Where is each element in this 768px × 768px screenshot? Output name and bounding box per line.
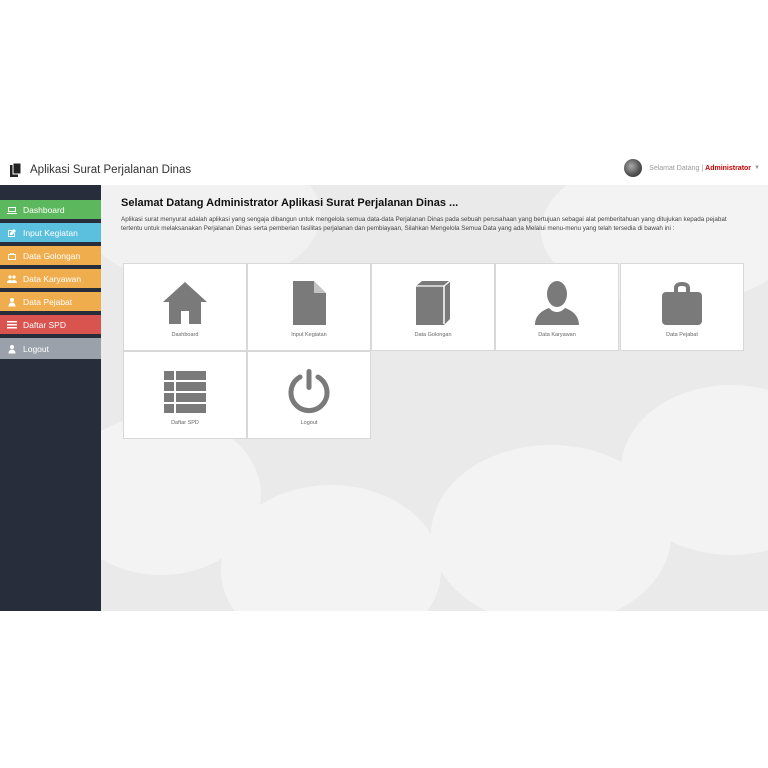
tile-daftar-spd[interactable]: Daftar SPD [123, 351, 247, 439]
page-title: Selamat Datang Administrator Aplikasi Su… [121, 197, 459, 209]
sidebar-item-label: Input Kegiatan [23, 227, 78, 238]
sidebar-item-label: Data Karyawan [23, 273, 82, 284]
book-icon [416, 280, 451, 325]
user-icon [6, 343, 17, 354]
caret-down-icon: ▼ [754, 165, 760, 171]
tile-label: Logout [300, 420, 318, 426]
sidebar-item-data-golongan[interactable]: Data Golongan [0, 246, 101, 265]
document-icon [10, 163, 22, 177]
briefcase-icon [662, 282, 702, 325]
user-menu[interactable]: Selamat Datang | Administrator ▼ [624, 159, 760, 177]
list-icon [6, 319, 17, 330]
app-title: Aplikasi Surat Perjalanan Dinas [30, 164, 192, 176]
tile-dashboard[interactable]: Dashboard [123, 263, 247, 351]
greeting-text: Selamat Datang | [649, 164, 704, 172]
sidebar-item-logout[interactable]: Logout [0, 338, 101, 359]
main-content: Selamat Datang Administrator Aplikasi Su… [101, 185, 768, 611]
user-role: Administrator [705, 164, 752, 172]
edit-icon [6, 227, 17, 238]
top-navbar: Aplikasi Surat Perjalanan Dinas Selamat … [0, 156, 768, 186]
sidebar-item-daftar-spd[interactable]: Daftar SPD [0, 315, 101, 334]
app-window: Aplikasi Surat Perjalanan Dinas Selamat … [0, 156, 768, 611]
tile-data-karyawan[interactable]: Data Karyawan [495, 263, 619, 351]
user-icon [535, 281, 579, 325]
sidebar: Dashboard Input Kegiatan Data Golongan D… [0, 185, 101, 611]
sidebar-item-input-kegiatan[interactable]: Input Kegiatan [0, 223, 101, 242]
tile-label: Data Golongan [414, 332, 452, 338]
avatar [624, 159, 643, 177]
tile-label: Dashboard [171, 332, 199, 338]
tile-label: Data Pejabat [666, 332, 698, 338]
power-icon [288, 369, 330, 414]
briefcase-icon [6, 250, 17, 261]
user-icon [6, 296, 17, 307]
tile-label: Daftar SPD [171, 420, 199, 426]
tile-label: Input Kegiatan [291, 332, 327, 338]
sidebar-item-label: Dashboard [23, 204, 65, 215]
brand[interactable]: Aplikasi Surat Perjalanan Dinas [10, 163, 191, 177]
list-icon [164, 371, 206, 413]
sidebar-item-label: Logout [23, 343, 49, 354]
laptop-icon [6, 204, 17, 215]
sidebar-item-label: Data Pejabat [23, 296, 73, 307]
tile-label: Data Karyawan [538, 332, 576, 338]
sidebar-item-data-karyawan[interactable]: Data Karyawan [0, 269, 101, 288]
sidebar-item-dashboard[interactable]: Dashboard [0, 200, 101, 219]
sidebar-item-label: Daftar SPD [23, 319, 66, 330]
page-description: Aplikasi surat menyurat adalah aplikasi … [121, 216, 727, 232]
tile-logout[interactable]: Logout [247, 351, 371, 439]
sidebar-item-label: Data Golongan [23, 250, 81, 261]
sidebar-item-data-pejabat[interactable]: Data Pejabat [0, 292, 101, 311]
home-icon [163, 282, 207, 324]
tile-data-pejabat[interactable]: Data Pejabat [620, 263, 744, 351]
tile-input-kegiatan[interactable]: Input Kegiatan [247, 263, 371, 351]
file-icon [293, 281, 326, 325]
tile-data-golongan[interactable]: Data Golongan [371, 263, 495, 351]
users-icon [6, 273, 17, 284]
